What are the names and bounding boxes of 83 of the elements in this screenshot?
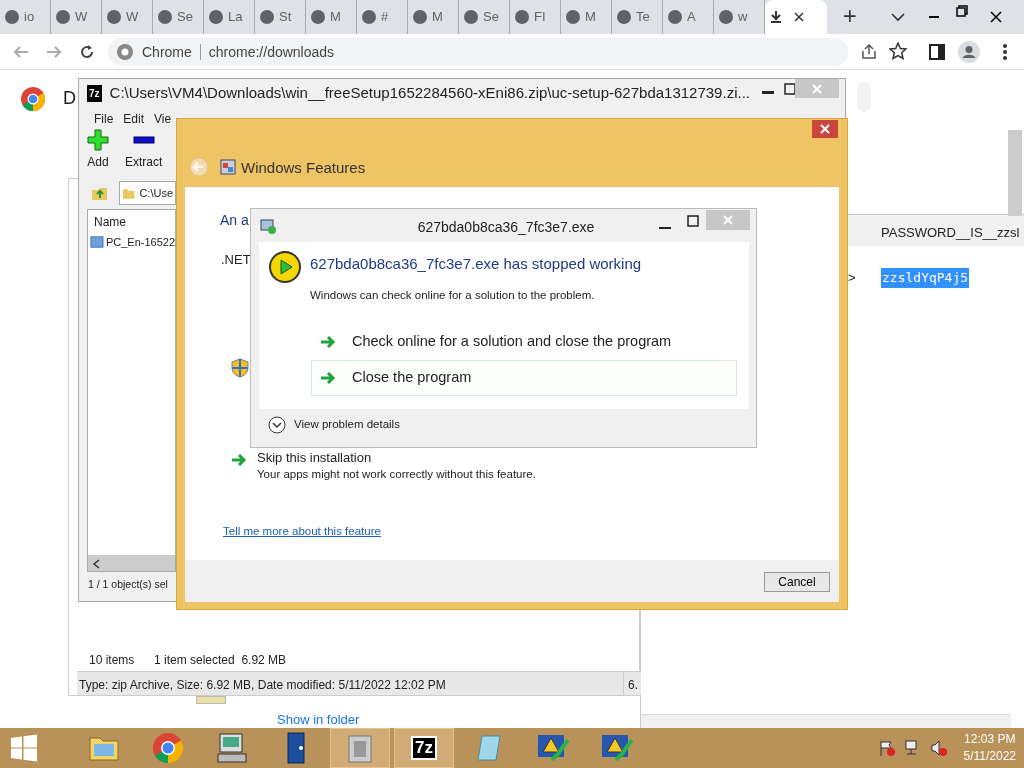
file-row[interactable]: PC_En-16522 bbox=[88, 234, 175, 251]
side-panel-icon[interactable] bbox=[929, 44, 945, 60]
arrow-right-icon bbox=[320, 334, 336, 349]
status-text: 1 / 1 object(s) sel bbox=[88, 577, 168, 592]
status-text: 1 item selected 6.92 MB bbox=[154, 652, 287, 669]
site-icon bbox=[463, 9, 479, 25]
restore-icon[interactable] bbox=[956, 5, 968, 17]
cancel-button[interactable]: Cancel bbox=[764, 572, 830, 592]
menu-item[interactable]: Edit bbox=[123, 110, 145, 129]
site-icon bbox=[4, 9, 20, 25]
help-link[interactable]: Tell me more about this feature bbox=[223, 523, 381, 541]
site-icon bbox=[208, 9, 224, 25]
new-tab-button[interactable]: + bbox=[843, 0, 857, 35]
toolbar-button[interactable]: Add bbox=[87, 129, 109, 177]
menu-item[interactable]: File bbox=[94, 110, 114, 129]
url-text: chrome://downloads bbox=[208, 42, 335, 62]
plus-icon bbox=[87, 129, 109, 151]
window-title: C:\Users\VM4\Downloads\win__freeSetup1652284560-xEni86.zip\uc-setup-627bda1312739.zi... bbox=[109, 82, 749, 103]
body-text: .NET bbox=[221, 251, 251, 269]
message-text: Windows can check online for a solution to the problem. bbox=[310, 288, 595, 303]
site-icon bbox=[616, 9, 632, 25]
site-icon bbox=[310, 9, 326, 25]
site-icon bbox=[412, 9, 428, 25]
site-icon bbox=[106, 9, 122, 25]
site-icon bbox=[514, 9, 530, 25]
command-link[interactable]: Close the program bbox=[311, 359, 737, 396]
start-icon[interactable] bbox=[10, 734, 38, 762]
show-in-folder-link[interactable]: Show in folder bbox=[277, 712, 360, 727]
address-bar[interactable]: Chrome chrome://downloads bbox=[108, 38, 848, 66]
site-icon bbox=[157, 9, 173, 25]
chrome-logo-icon bbox=[21, 87, 45, 111]
option-note: Your apps might not work correctly without this feature. bbox=[257, 467, 536, 482]
site-icon bbox=[55, 9, 71, 25]
taskbar-app[interactable]: 7z bbox=[394, 728, 454, 768]
selected-text: zzsldYqP4j5 bbox=[881, 268, 970, 288]
arrow-right-icon bbox=[231, 453, 247, 467]
computer-icon bbox=[214, 730, 250, 766]
status-text: 10 items bbox=[89, 652, 135, 669]
site-icon bbox=[565, 9, 581, 25]
features-icon bbox=[220, 159, 236, 175]
reload-icon[interactable] bbox=[79, 44, 95, 60]
close-icon[interactable] bbox=[990, 11, 1002, 23]
error-heading: 627bda0b8ca36_7fc3e7.exe has stopped working bbox=[310, 254, 642, 274]
page-heading: D bbox=[63, 88, 76, 110]
menu-item[interactable]: Vie bbox=[154, 110, 172, 129]
share-icon[interactable] bbox=[860, 43, 878, 61]
path-field[interactable]: C:\Use bbox=[119, 181, 176, 205]
site-icon bbox=[259, 9, 275, 25]
shield-icon bbox=[231, 358, 249, 378]
browser-tab[interactable] bbox=[765, 0, 827, 34]
heading-text: An a bbox=[220, 211, 249, 230]
window-title: 627bda0b8ca36_7fc3e7.exe bbox=[416, 218, 596, 237]
arrow-right-icon bbox=[320, 370, 336, 385]
minimize-icon[interactable] bbox=[762, 91, 774, 97]
site-icon bbox=[361, 9, 377, 25]
option-title[interactable]: Skip this installation bbox=[257, 450, 372, 465]
download-icon bbox=[769, 10, 783, 24]
profile-icon[interactable] bbox=[958, 41, 980, 63]
details-text: Type: zip Archive, Size: 6.92 MB, Date modified: 5/11/2022 12:02 PM bbox=[78, 677, 447, 694]
chevron-down-icon bbox=[268, 416, 286, 434]
expand-marker: > bbox=[848, 269, 856, 287]
maximize-icon[interactable] bbox=[687, 215, 699, 227]
toolbar-button[interactable]: Extract bbox=[125, 129, 163, 177]
folder-icon bbox=[122, 186, 136, 200]
scroll-left-icon[interactable] bbox=[92, 559, 100, 569]
flag-icon[interactable] bbox=[877, 739, 896, 757]
app-logo-icon: 7z bbox=[87, 84, 102, 102]
window-title: Windows Features bbox=[241, 158, 366, 178]
site-label: Chrome bbox=[142, 42, 192, 62]
command-link[interactable]: Check online for a solution and close the program bbox=[311, 324, 737, 360]
star-icon[interactable] bbox=[889, 42, 907, 60]
speaker-icon[interactable] bbox=[929, 739, 948, 757]
site-icon bbox=[718, 9, 734, 25]
details-text: 6. bbox=[623, 672, 638, 695]
column-header[interactable]: Name bbox=[88, 210, 175, 234]
chevron-down-icon[interactable] bbox=[891, 12, 905, 22]
maximize-icon[interactable] bbox=[784, 83, 796, 95]
app-icon bbox=[259, 217, 277, 235]
details-toggle[interactable]: View problem details bbox=[268, 416, 400, 434]
close-icon[interactable] bbox=[793, 11, 805, 23]
play-icon bbox=[268, 250, 302, 284]
site-icon bbox=[667, 9, 683, 25]
close-button[interactable] bbox=[812, 120, 838, 138]
